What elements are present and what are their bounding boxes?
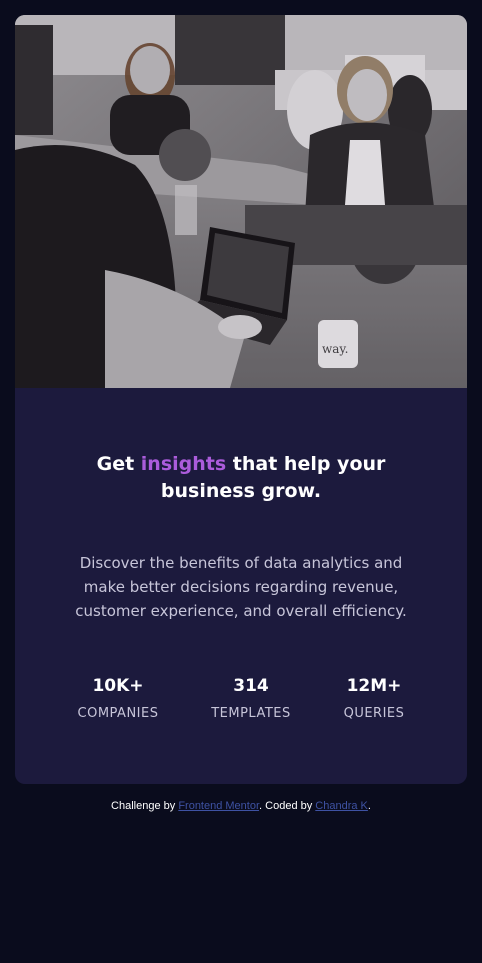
stat-value: 12M+: [346, 676, 402, 696]
card-description: Discover the benefits of data analytics …: [75, 554, 407, 620]
footer-text-middle: . Coded by: [259, 800, 316, 812]
frontend-mentor-link[interactable]: Frontend Mentor: [178, 800, 259, 812]
heading-accent: insights: [140, 453, 227, 475]
card-heading: Get insights that help your business gro…: [55, 451, 427, 505]
stat-label: TEMPLATES: [211, 706, 291, 721]
hero-image: way.: [15, 15, 467, 388]
stat-companies: 10K+ COMPANIES: [58, 675, 178, 722]
footer-text-before: Challenge by: [111, 800, 179, 812]
stats-preview-card: way. Get insights that help your busines…: [15, 15, 467, 784]
stat-value: 314: [233, 676, 269, 696]
stat-templates: 314 TEMPLATES: [191, 675, 311, 722]
author-link[interactable]: Chandra K: [315, 800, 368, 812]
stat-value: 10K+: [92, 676, 144, 696]
attribution-footer: Challenge by Frontend Mentor. Coded by C…: [0, 799, 482, 813]
stats-list: 10K+ COMPANIES 314 TEMPLATES 12M+ QUERIE…: [15, 675, 467, 735]
stat-queries: 12M+ QUERIES: [314, 675, 434, 722]
hero-tint-overlay: [15, 15, 467, 388]
stat-label: QUERIES: [343, 706, 405, 721]
footer-text-after: .: [367, 800, 371, 812]
stat-label: COMPANIES: [77, 706, 159, 721]
heading-part-1: Get: [96, 453, 141, 475]
